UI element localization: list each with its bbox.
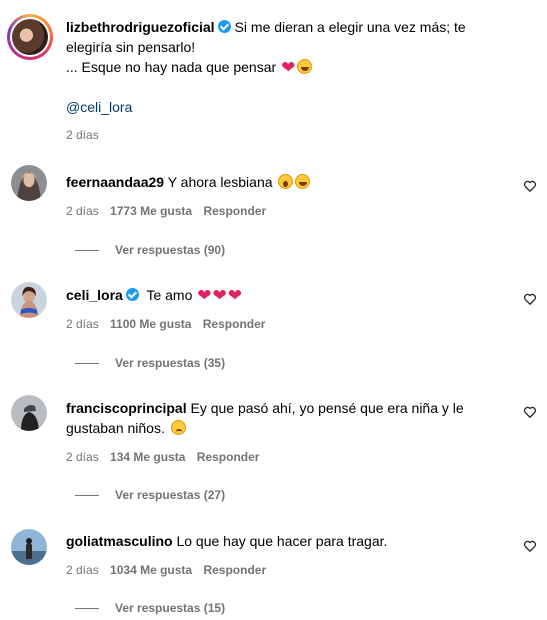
comment-username[interactable]: goliatmasculino — [66, 533, 173, 549]
heart-emoji-icon: ❤ — [281, 58, 296, 77]
red-heart-emoji-icon: ❤ — [212, 286, 227, 305]
verified-icon — [217, 20, 231, 33]
divider-line — [75, 250, 99, 252]
comment-likes[interactable]: 1034 Me gusta — [110, 563, 192, 577]
comment-username[interactable]: feernaandaa29 — [66, 174, 164, 190]
like-heart-icon[interactable] — [523, 179, 537, 193]
commenter-avatar[interactable] — [11, 282, 47, 318]
comment-username[interactable]: franciscoprincipal — [66, 400, 187, 416]
caption-line-2: elegiría sin pensarlo! — [66, 39, 196, 55]
divider-line — [75, 363, 99, 365]
reply-button[interactable]: Responder — [203, 317, 266, 331]
mention-link[interactable]: @celi_lora — [66, 99, 132, 115]
divider-line — [75, 608, 99, 610]
post-author-username[interactable]: lizbethrodriguezoficial — [66, 19, 215, 35]
comment-text: celi_lora Te amo ❤❤❤ — [66, 285, 242, 306]
post-time: 2 días — [66, 128, 99, 142]
comment-body: Y ahora lesbiana — [167, 174, 273, 190]
like-heart-icon[interactable] — [523, 539, 537, 553]
view-replies-button[interactable]: Ver respuestas (15) — [75, 601, 225, 615]
view-replies-label: Ver respuestas (15) — [115, 601, 226, 615]
comment-text: franciscoprincipal Ey que pasó ahí, yo p… — [66, 398, 506, 438]
comment-username[interactable]: celi_lora — [66, 287, 123, 303]
comment-body: Te amo — [146, 287, 193, 303]
comment-meta: 2 días 134 Me gusta Responder — [66, 450, 259, 464]
commenter-avatar[interactable] — [11, 165, 47, 201]
caption-text: lizbethrodriguezoficial Si me dieran a el… — [66, 17, 526, 78]
caption-line-3: ... Esque no hay nada que pensar — [66, 59, 277, 75]
divider-line — [75, 495, 99, 497]
reply-button[interactable]: Responder — [203, 563, 266, 577]
comment-time: 2 días — [66, 204, 99, 218]
comment-meta: 2 días 1773 Me gusta Responder — [66, 204, 266, 218]
post-author-avatar[interactable] — [7, 14, 53, 60]
verified-icon — [125, 288, 139, 301]
comment-time: 2 días — [66, 317, 99, 331]
view-replies-button[interactable]: Ver respuestas (35) — [75, 356, 225, 370]
like-heart-icon[interactable] — [523, 405, 537, 419]
view-replies-label: Ver respuestas (90) — [115, 243, 226, 257]
comment-time: 2 días — [66, 563, 99, 577]
view-replies-label: Ver respuestas (27) — [115, 488, 226, 502]
red-heart-emoji-icon: ❤ — [227, 286, 243, 305]
comment-meta: 2 días 1034 Me gusta Responder — [66, 563, 266, 577]
reply-button[interactable]: Responder — [203, 204, 266, 218]
commenter-avatar[interactable] — [11, 395, 47, 431]
comment-body-line-2: gustaban niños. — [66, 420, 165, 436]
comment-meta: 2 días 1100 Me gusta Responder — [66, 317, 265, 331]
commenter-avatar[interactable] — [11, 529, 47, 565]
red-heart-emoji-icon: ❤ — [197, 286, 212, 305]
comment-likes[interactable]: 1773 Me gusta — [110, 204, 192, 218]
sad-emoji-icon — [170, 420, 186, 435]
comment-body: Lo que hay que hacer para tragar. — [176, 533, 388, 549]
view-replies-button[interactable]: Ver respuestas (27) — [75, 488, 225, 502]
view-replies-label: Ver respuestas (35) — [115, 356, 226, 370]
view-replies-button[interactable]: Ver respuestas (90) — [75, 243, 225, 257]
comment-body-line-1: Ey que pasó ahí, yo pensé que era niña y… — [190, 400, 464, 416]
surprised-emoji-icon — [278, 174, 294, 189]
comment-text: goliatmasculino Lo que hay que hacer par… — [66, 531, 387, 551]
reply-button[interactable]: Responder — [197, 450, 260, 464]
laughing-emoji-icon — [295, 174, 311, 189]
caption-line-1: Si me dieran a elegir una vez más; te — [234, 19, 466, 35]
grinning-emoji-icon — [297, 59, 313, 74]
comment-text: feernaandaa29 Y ahora lesbiana — [66, 172, 311, 192]
comment-likes[interactable]: 134 Me gusta — [110, 450, 185, 464]
like-heart-icon[interactable] — [523, 292, 537, 306]
comment-likes[interactable]: 1100 Me gusta — [110, 317, 191, 331]
comment-time: 2 días — [66, 450, 99, 464]
